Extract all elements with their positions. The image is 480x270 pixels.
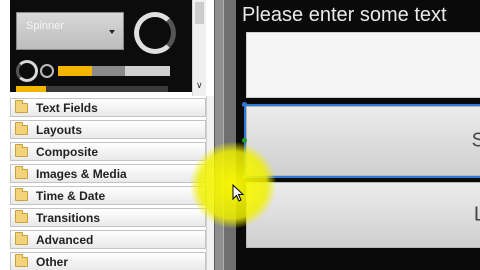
progress-bar[interactable] <box>58 66 170 76</box>
edit-text-field[interactable] <box>246 32 480 98</box>
app-button-2[interactable]: L <box>246 182 480 248</box>
category-transitions[interactable]: Transitions <box>10 208 206 227</box>
folder-icon <box>15 253 28 267</box>
progress-bar-bottom-fill <box>16 86 47 92</box>
category-label: Layouts <box>36 122 83 137</box>
app-button-1[interactable]: S <box>244 104 480 178</box>
category-layouts[interactable]: Layouts <box>10 120 206 139</box>
category-list: Text Fields Layouts Composite Images & M… <box>10 98 206 270</box>
layout-canvas: Please enter some text S L <box>236 0 480 270</box>
scroll-down-icon[interactable]: ∨ <box>196 81 203 90</box>
progress-ring-small[interactable] <box>16 60 38 82</box>
category-time-date[interactable]: Time & Date <box>10 186 206 205</box>
category-label: Text Fields <box>36 100 98 115</box>
mouse-cursor-icon <box>232 184 244 202</box>
spinner-label: Spinner <box>26 20 64 32</box>
category-label: Advanced <box>36 232 94 247</box>
scrollbar-thumb[interactable] <box>195 2 204 24</box>
palette-scrollbar[interactable]: ∨ <box>192 0 206 96</box>
folder-icon <box>15 209 28 223</box>
folder-icon <box>15 143 28 157</box>
palette-panel: Spinner ∨ Text Fields Layouts Composite <box>0 0 214 270</box>
category-other[interactable]: Other <box>10 252 206 270</box>
resize-handle[interactable] <box>242 102 247 107</box>
folder-icon <box>15 231 28 245</box>
progress-bar-bottom[interactable] <box>16 86 168 92</box>
prompt-text-view[interactable]: Please enter some text <box>242 4 447 27</box>
progress-bar-fill <box>58 66 92 76</box>
chevron-down-icon <box>109 30 115 34</box>
panel-splitter[interactable] <box>214 0 224 270</box>
folder-icon <box>15 121 28 135</box>
category-images-media[interactable]: Images & Media <box>10 164 206 183</box>
widget-preview: Spinner <box>10 0 192 92</box>
category-label: Images & Media <box>36 166 127 181</box>
category-label: Other <box>36 254 69 269</box>
progress-ring-large[interactable] <box>134 12 176 54</box>
folder-icon <box>15 187 28 201</box>
category-label: Time & Date <box>36 188 106 203</box>
category-label: Transitions <box>36 210 101 225</box>
spinner-widget[interactable]: Spinner <box>16 12 124 50</box>
folder-icon <box>15 165 28 179</box>
progress-bar-secondary-fill <box>91 66 126 76</box>
app-button-1-label: S <box>471 129 480 152</box>
category-composite[interactable]: Composite <box>10 142 206 161</box>
category-text-fields[interactable]: Text Fields <box>10 98 206 117</box>
progress-ring-tiny[interactable] <box>40 64 54 78</box>
category-label: Composite <box>36 144 99 159</box>
app-button-2-label: L <box>473 203 480 226</box>
folder-icon <box>15 99 28 113</box>
category-advanced[interactable]: Advanced <box>10 230 206 249</box>
